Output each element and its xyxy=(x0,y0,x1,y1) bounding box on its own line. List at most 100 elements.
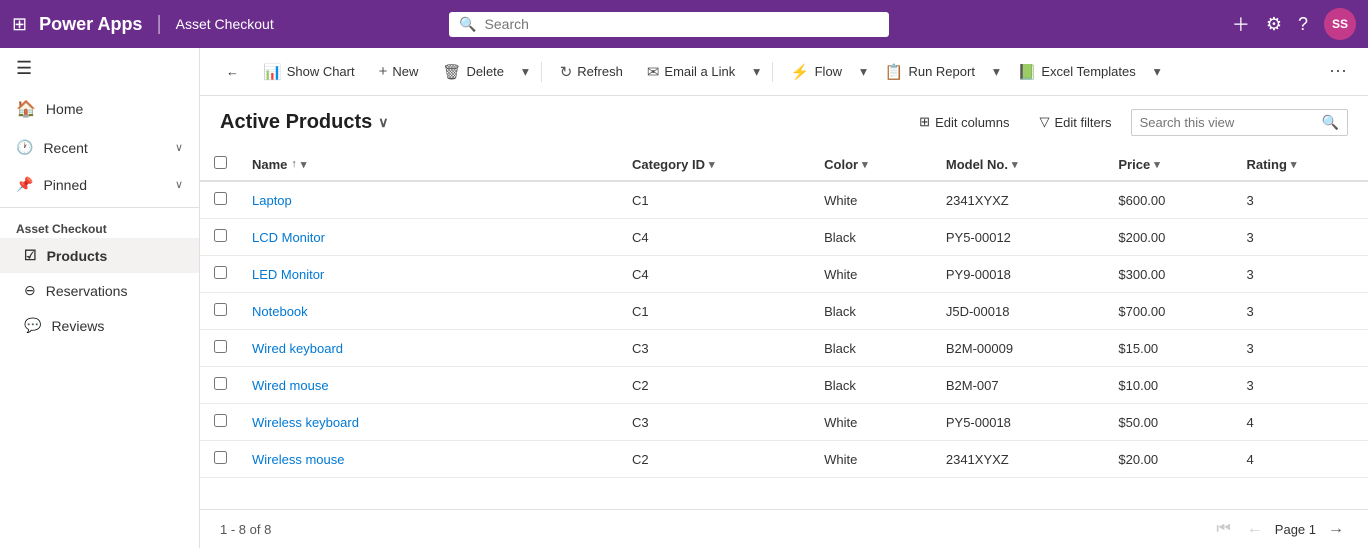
color-cell: White xyxy=(812,404,934,441)
category-col-header[interactable]: Category ID ▾ xyxy=(620,148,812,181)
edit-filters-button[interactable]: ▽ Edit filters xyxy=(1028,108,1122,136)
name-cell[interactable]: Wired keyboard xyxy=(240,330,620,367)
name-cell[interactable]: Notebook xyxy=(240,293,620,330)
product-name-link[interactable]: Wired mouse xyxy=(252,378,329,393)
edit-columns-button[interactable]: ⊞ Edit columns xyxy=(908,108,1020,136)
checkbox-col-header[interactable] xyxy=(200,148,240,181)
row-checkbox-cell[interactable] xyxy=(200,219,240,256)
row-checkbox-cell[interactable] xyxy=(200,293,240,330)
sidebar-pinned-label: Pinned xyxy=(43,177,87,193)
new-icon: + xyxy=(379,63,388,80)
rating-cell: 3 xyxy=(1234,293,1368,330)
user-avatar[interactable]: SS xyxy=(1324,8,1356,40)
price-col-header[interactable]: Price ▾ xyxy=(1106,148,1234,181)
name-cell[interactable]: LED Monitor xyxy=(240,256,620,293)
run-report-chevron[interactable]: ▾ xyxy=(989,59,1004,85)
row-checkbox[interactable] xyxy=(214,340,227,353)
email-link-button[interactable]: ✉ Email a Link xyxy=(637,58,745,86)
email-icon: ✉ xyxy=(647,63,660,81)
flow-button[interactable]: ⚡ Flow xyxy=(781,58,852,86)
delete-chevron[interactable]: ▾ xyxy=(518,59,533,85)
sidebar-item-reviews[interactable]: 💬 Reviews xyxy=(0,308,199,343)
product-name-link[interactable]: Notebook xyxy=(252,304,308,319)
row-checkbox[interactable] xyxy=(214,229,227,242)
email-chevron[interactable]: ▾ xyxy=(749,59,764,85)
color-col-header[interactable]: Color ▾ xyxy=(812,148,934,181)
product-name-link[interactable]: Laptop xyxy=(252,193,292,208)
more-options-button[interactable]: ⋯ xyxy=(1324,56,1352,87)
global-search-input[interactable] xyxy=(485,16,880,32)
select-all-checkbox[interactable] xyxy=(214,156,227,169)
model-col-header[interactable]: Model No. ▾ xyxy=(934,148,1107,181)
excel-templates-button[interactable]: 📗 Excel Templates xyxy=(1008,58,1146,86)
back-button[interactable]: ← xyxy=(216,59,249,84)
name-col-header[interactable]: Name ↑ ▾ xyxy=(240,148,620,181)
settings-button[interactable]: ⚙ xyxy=(1266,14,1282,35)
sidebar-item-products[interactable]: ☑ Products xyxy=(0,238,199,273)
color-cell: Black xyxy=(812,330,934,367)
product-name-link[interactable]: LED Monitor xyxy=(252,267,324,282)
table-row: LCD Monitor C4 Black PY5-00012 $200.00 3 xyxy=(200,219,1368,256)
show-chart-button[interactable]: 📊 Show Chart xyxy=(253,58,365,86)
sidebar-item-reservations[interactable]: ⊖ Reservations xyxy=(0,273,199,308)
prev-page-button[interactable]: ← xyxy=(1243,518,1267,540)
product-name-link[interactable]: Wireless keyboard xyxy=(252,415,359,430)
waffle-icon[interactable]: ⊞ xyxy=(12,14,27,35)
price-dropdown-icon[interactable]: ▾ xyxy=(1154,158,1160,171)
name-cell[interactable]: Wired mouse xyxy=(240,367,620,404)
sidebar-item-pinned[interactable]: 📌 Pinned ∨ xyxy=(0,166,199,203)
name-cell[interactable]: Wireless keyboard xyxy=(240,404,620,441)
name-cell[interactable]: LCD Monitor xyxy=(240,219,620,256)
row-checkbox[interactable] xyxy=(214,377,227,390)
pinned-icon: 📌 xyxy=(16,176,33,193)
row-checkbox-cell[interactable] xyxy=(200,404,240,441)
search-view-box[interactable]: 🔍 xyxy=(1131,109,1348,136)
row-checkbox[interactable] xyxy=(214,192,227,205)
flow-chevron[interactable]: ▾ xyxy=(856,59,871,85)
name-cell[interactable]: Laptop xyxy=(240,181,620,219)
rating-col-header[interactable]: Rating ▾ xyxy=(1234,148,1368,181)
sidebar-item-recent[interactable]: 🕐 Recent ∨ xyxy=(0,129,199,166)
rating-dropdown-icon[interactable]: ▾ xyxy=(1291,158,1297,171)
help-button[interactable]: ? xyxy=(1298,14,1308,35)
row-checkbox[interactable] xyxy=(214,303,227,316)
product-name-link[interactable]: LCD Monitor xyxy=(252,230,325,245)
excel-chevron[interactable]: ▾ xyxy=(1150,59,1165,85)
row-checkbox-cell[interactable] xyxy=(200,181,240,219)
price-cell: $300.00 xyxy=(1106,256,1234,293)
sidebar-toggle[interactable]: ☰ xyxy=(0,48,199,89)
row-checkbox[interactable] xyxy=(214,266,227,279)
row-checkbox[interactable] xyxy=(214,451,227,464)
global-search-bar[interactable]: 🔍 xyxy=(449,12,889,37)
row-checkbox[interactable] xyxy=(214,414,227,427)
row-checkbox-cell[interactable] xyxy=(200,256,240,293)
name-cell[interactable]: Wireless mouse xyxy=(240,441,620,478)
row-checkbox-cell[interactable] xyxy=(200,441,240,478)
product-name-link[interactable]: Wireless mouse xyxy=(252,452,344,467)
name-dropdown-icon[interactable]: ▾ xyxy=(301,158,307,171)
model-col-label: Model No. xyxy=(946,157,1008,172)
row-checkbox-cell[interactable] xyxy=(200,330,240,367)
flow-label: Flow xyxy=(815,64,842,79)
new-button[interactable]: + New xyxy=(369,58,429,85)
color-cell: White xyxy=(812,181,934,219)
delete-button[interactable]: 🗑 Delete xyxy=(432,58,514,86)
next-page-button[interactable]: → xyxy=(1324,518,1348,540)
color-dropdown-icon[interactable]: ▾ xyxy=(862,158,868,171)
reviews-icon: 💬 xyxy=(24,317,41,334)
add-button[interactable]: ＋ xyxy=(1232,11,1250,37)
refresh-button[interactable]: ↻ Refresh xyxy=(550,58,633,86)
run-report-button[interactable]: 📋 Run Report xyxy=(875,58,985,86)
first-page-button[interactable]: ⏮ xyxy=(1212,518,1234,540)
model-dropdown-icon[interactable]: ▾ xyxy=(1012,158,1018,171)
app-name-label: Asset Checkout xyxy=(176,16,274,32)
product-name-link[interactable]: Wired keyboard xyxy=(252,341,343,356)
row-checkbox-cell[interactable] xyxy=(200,367,240,404)
search-view-input[interactable] xyxy=(1140,115,1316,130)
view-title-dropdown[interactable]: ∨ xyxy=(378,114,388,131)
refresh-label: Refresh xyxy=(577,64,623,79)
toolbar-sep-2 xyxy=(772,62,773,82)
table-row: Wired mouse C2 Black B2M-007 $10.00 3 xyxy=(200,367,1368,404)
sidebar-item-home[interactable]: 🏠 Home xyxy=(0,89,199,129)
category-dropdown-icon[interactable]: ▾ xyxy=(709,158,715,171)
